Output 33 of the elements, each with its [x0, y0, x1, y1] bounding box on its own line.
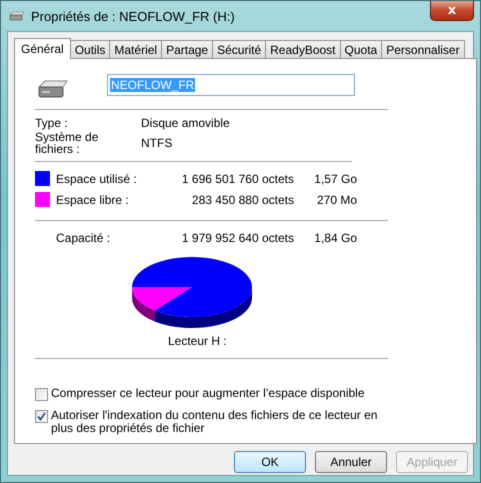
dialog-button[interactable]: OK — [234, 451, 306, 473]
byte-count: 1 696 501 760 octets — [180, 172, 294, 186]
tab[interactable]: ReadyBoost — [265, 40, 341, 58]
property-label: Type : — [35, 117, 69, 129]
byte-count: 283 450 880 octets — [190, 192, 294, 206]
size-value: 1,84 Go — [313, 230, 357, 244]
space-label: Espace libre : — [56, 192, 130, 206]
selected-text: NEOFLOW_FR — [110, 78, 196, 92]
byte-count: 1 979 952 640 octets — [180, 230, 294, 244]
drive-label: Lecteur H : — [168, 334, 227, 348]
window-title: Propriétés de : NEOFLOW_FR (H:) — [31, 8, 235, 24]
close-button[interactable]: x — [430, 1, 474, 21]
property-value: Disque amovible — [141, 116, 230, 130]
property-label: Système de fichiers : — [35, 131, 100, 155]
tab[interactable]: Sécurité — [212, 40, 266, 58]
drive-icon — [37, 79, 69, 99]
tab[interactable]: Général — [14, 38, 71, 59]
checkbox-label: Compresser ce lecteur pour augmenter l’espace disponible — [51, 387, 366, 400]
size-value: 1,57 Go — [313, 172, 357, 186]
dialog-button[interactable]: Annuler — [315, 451, 387, 473]
checkbox-label: Autoriser l'indexation du contenu des fichiers de ce lecteur en plus des propriétés de fichier — [51, 409, 378, 435]
tab[interactable]: Matériel — [109, 40, 162, 58]
space-label: Capacité : — [56, 230, 112, 244]
tab[interactable]: Personnaliser — [381, 40, 465, 58]
checkbox[interactable] — [35, 388, 48, 401]
space-label: Espace utilisé : — [56, 172, 138, 186]
property-value: NTFS — [141, 136, 172, 150]
drive-icon — [9, 11, 25, 21]
tab[interactable]: Outils — [70, 40, 110, 58]
checkbox[interactable] — [35, 410, 48, 423]
tab[interactable]: Quota — [340, 40, 382, 58]
size-value: 270 Mo — [316, 192, 357, 206]
tab[interactable]: Partage — [161, 40, 214, 58]
